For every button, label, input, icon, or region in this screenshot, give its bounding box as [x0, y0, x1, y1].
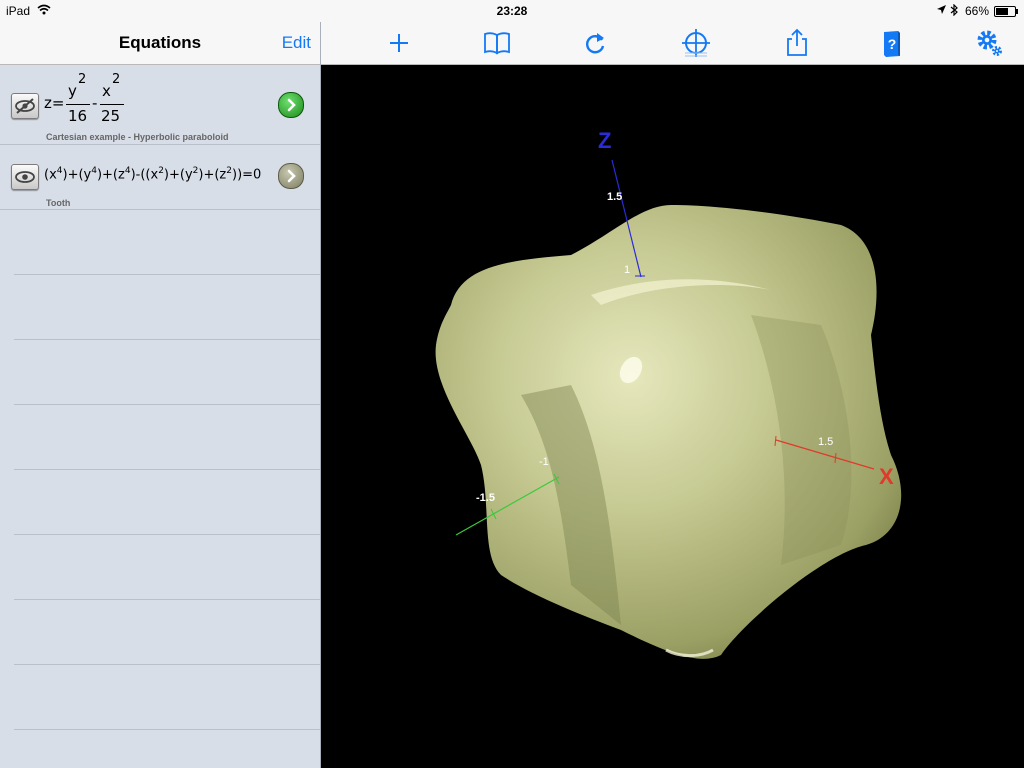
formula-exponent-1: 2 [78, 72, 87, 87]
formula-part: )+(y [62, 167, 92, 183]
visibility-toggle-1[interactable] [11, 93, 39, 119]
status-bar: iPad 23:28 66% [0, 0, 1024, 22]
x-tick-label-1-5: 1.5 [818, 436, 833, 448]
formula-lhs: z= [44, 94, 65, 112]
bluetooth-icon [950, 3, 958, 19]
y-tick-label-neg1: -1 [539, 456, 549, 468]
fraction-bar-1 [66, 104, 90, 105]
equation-caption-1: Cartesian example - Hyperbolic paraboloi… [46, 132, 229, 142]
empty-list-row [14, 600, 320, 665]
add-icon [390, 34, 408, 52]
x-axis-label: X [879, 464, 894, 489]
formula-exponent-2: 2 [112, 72, 121, 87]
graph-toolbar: ? [321, 22, 1024, 65]
formula-part: )+(z [198, 167, 227, 183]
battery-percent: 66% [965, 4, 990, 18]
library-button[interactable] [481, 27, 513, 59]
equation-formula-2: (x4)+(y4)+(z4)-((x2)+(y2)+(z2))=0 [44, 166, 261, 182]
chevron-right-icon [287, 169, 296, 183]
battery-icon [994, 6, 1018, 17]
eye-hidden-icon [15, 98, 35, 114]
equation-detail-button-1[interactable] [278, 92, 304, 118]
y-tick-label-neg1-5: -1.5 [476, 492, 495, 504]
help-button[interactable]: ? [876, 27, 908, 59]
settings-icon [977, 30, 1002, 56]
z-tick-label-1-5: 1.5 [607, 191, 622, 203]
formula-part: )-((x [130, 167, 159, 183]
equation-formula-1: z= y 2 16 - x 2 25 [44, 72, 164, 128]
add-equation-button[interactable] [383, 27, 415, 59]
formula-part: )+(z [96, 167, 125, 183]
status-time: 23:28 [496, 4, 528, 18]
graph-viewport[interactable]: Z 1.5 1 X 1.5 -1 -1.5 [321, 65, 1024, 768]
empty-list-row [14, 665, 320, 730]
empty-list-row [14, 405, 320, 470]
refresh-icon [586, 33, 605, 54]
sidebar-nav-bar: Equations Edit [0, 22, 320, 65]
formula-numerator-2: x [102, 82, 111, 100]
formula-numerator-1: y [68, 82, 77, 100]
eye-icon [15, 171, 35, 183]
formula-part: (x [44, 167, 57, 183]
svg-text:?: ? [888, 36, 897, 52]
book-icon [484, 32, 510, 55]
fraction-bar-2 [100, 104, 124, 105]
formula-minus: - [92, 94, 98, 112]
equation-caption-2: Tooth [46, 198, 71, 208]
share-button[interactable] [781, 27, 813, 59]
edit-button[interactable]: Edit [282, 33, 311, 53]
empty-list-row [14, 340, 320, 405]
formula-denominator-2: 25 [101, 107, 121, 125]
chevron-right-icon [287, 98, 296, 112]
share-icon [787, 28, 807, 56]
formula-part: )+(y [163, 167, 193, 183]
surface-plot[interactable]: Z 1.5 1 X 1.5 -1 -1.5 [321, 65, 1024, 768]
empty-list-row [14, 535, 320, 600]
equation-row-2[interactable]: (x4)+(y4)+(z4)-((x2)+(y2)+(z2))=0 Tooth [0, 145, 320, 210]
reset-view-button[interactable] [579, 27, 611, 59]
z-tick-label-1: 1 [624, 264, 630, 276]
battery-level-fill [996, 8, 1008, 15]
visibility-toggle-2[interactable] [11, 164, 39, 190]
z-axis-label: Z [598, 128, 611, 153]
equation-detail-button-2[interactable] [278, 163, 304, 189]
equation-row-1[interactable]: z= y 2 16 - x 2 25 Cartesian example - H… [0, 65, 320, 145]
help-book-icon: ? [884, 31, 900, 57]
empty-list-row [14, 210, 320, 275]
crosshair-icon [682, 29, 710, 57]
location-arrow-icon [936, 4, 947, 18]
equations-sidebar: Equations Edit z= y 2 16 - x 2 25 Cartes… [0, 22, 321, 768]
sidebar-title: Equations [118, 33, 202, 52]
formula-part: ))=0 [232, 167, 262, 183]
empty-list-row [14, 275, 320, 340]
settings-button[interactable] [973, 27, 1005, 59]
center-view-button[interactable] [680, 27, 712, 59]
empty-list-row [14, 470, 320, 535]
formula-denominator-1: 16 [68, 107, 88, 125]
